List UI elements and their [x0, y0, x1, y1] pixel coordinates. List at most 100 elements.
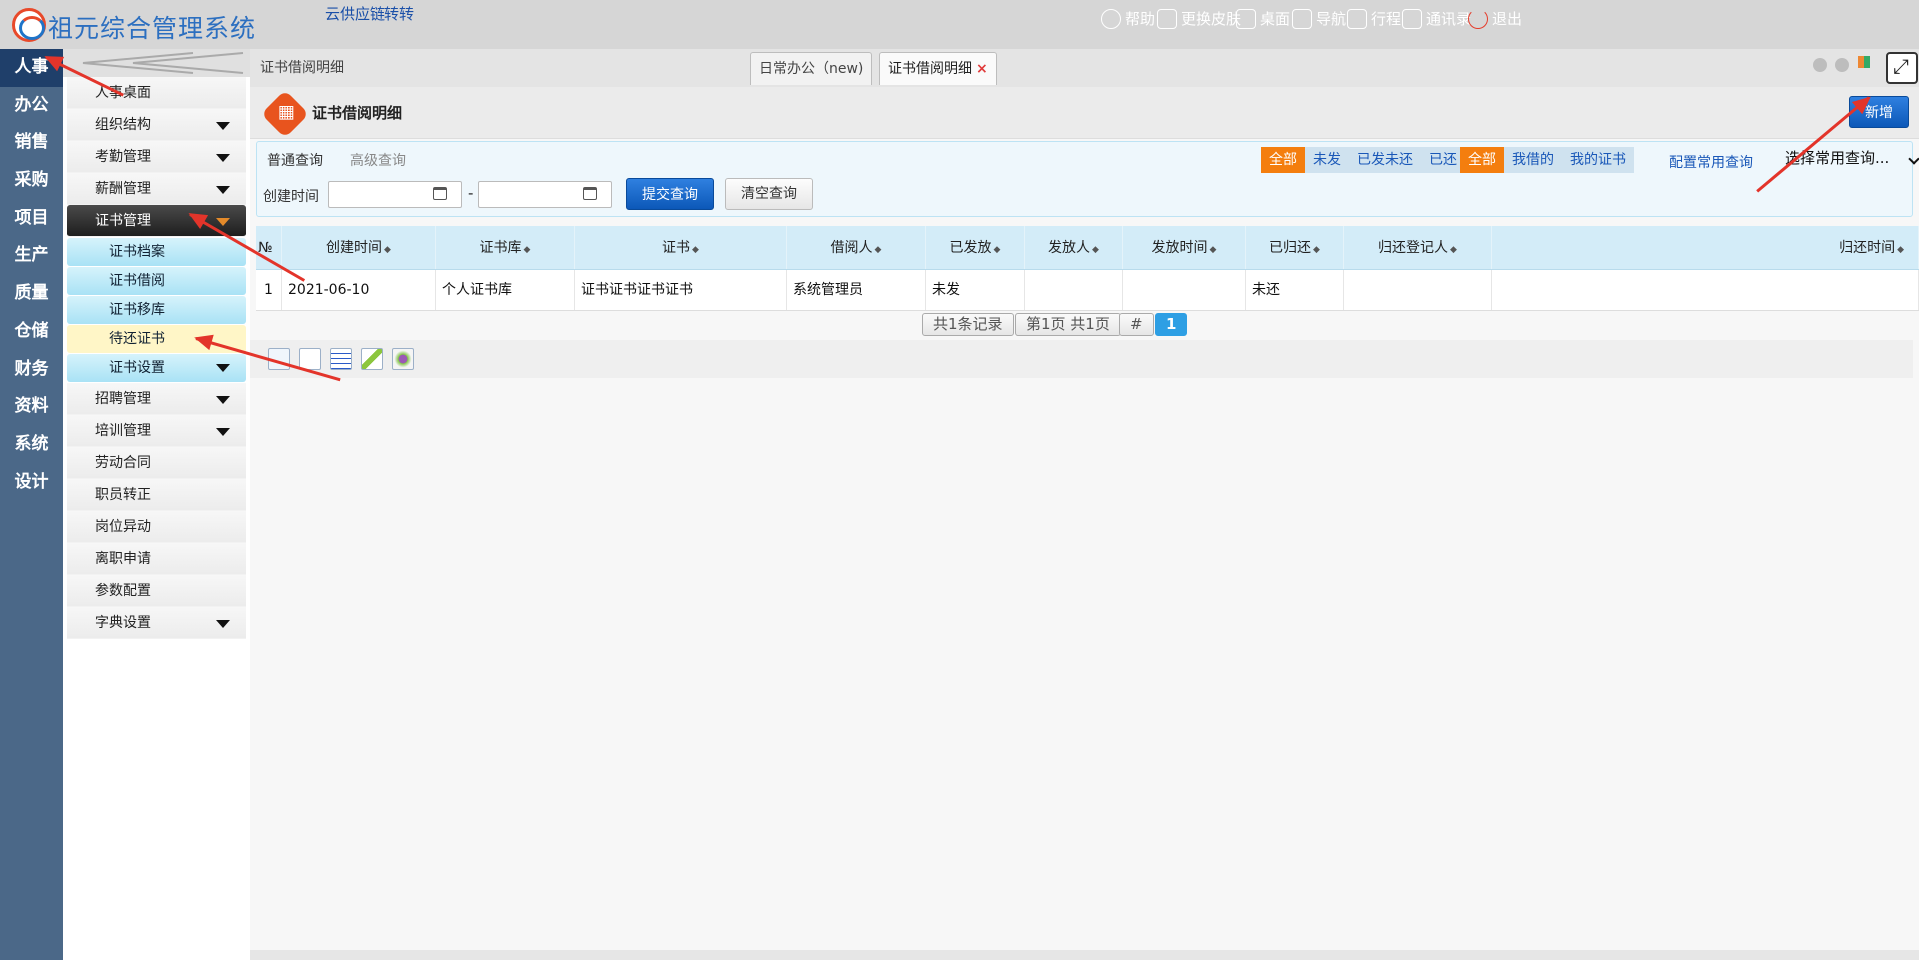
link-zhuanzhuan[interactable]: 转转 [384, 3, 414, 24]
sort-icon: ◆ [1450, 245, 1457, 255]
pager-pages: 第1页 共1页 [1015, 313, 1121, 336]
cell-created: 2021-06-10 [282, 270, 436, 310]
module-office[interactable]: 办公 [0, 87, 63, 125]
submit-query-button[interactable]: 提交查询 [626, 178, 714, 210]
calendar-icon [433, 187, 447, 200]
module-sales[interactable]: 销售 [0, 124, 63, 162]
contacts-button[interactable]: 通讯录 [1402, 8, 1471, 29]
col-header-issuer[interactable]: 发放人 ◆ [1025, 226, 1123, 269]
col-header-return-registrar[interactable]: 归还登记人 ◆ [1344, 226, 1492, 269]
col-header-return-time[interactable]: 归还时间 ◆ [1492, 226, 1919, 269]
cell-issuer [1025, 270, 1123, 310]
col-header-borrower[interactable]: 借阅人 ◆ [787, 226, 926, 269]
windows-icon[interactable] [1858, 56, 1870, 68]
table-grid-icon[interactable] [330, 348, 352, 370]
sidebar-item-training[interactable]: 培训管理 [67, 415, 246, 447]
page-header: 证书借阅明细 新增 [250, 87, 1919, 139]
caret-down-icon [216, 428, 230, 436]
sidebar-sub-cert-transfer[interactable]: 证书移库 [67, 296, 246, 324]
filter-issued-not-returned[interactable]: 已发未还 [1349, 147, 1421, 173]
close-icon[interactable]: × [976, 61, 988, 77]
sidebar-item-regularization[interactable]: 职员转正 [67, 479, 246, 511]
caret-down-icon [216, 218, 230, 226]
chevron-down-icon [1908, 153, 1919, 165]
sidebar-item-position-change[interactable]: 岗位异动 [67, 511, 246, 543]
clear-query-button[interactable]: 清空查询 [725, 178, 813, 210]
module-system[interactable]: 系统 [0, 426, 63, 464]
logout-button[interactable]: 退出 [1468, 8, 1522, 29]
filter-not-issued[interactable]: 未发 [1305, 147, 1349, 173]
schedule-button[interactable]: 行程 [1347, 8, 1401, 29]
sidebar-item-resignation[interactable]: 离职申请 [67, 543, 246, 575]
filter-my-borrowed[interactable]: 我借的 [1504, 147, 1562, 173]
tab-next-icon[interactable] [1835, 58, 1849, 72]
collapse-arrows-icon[interactable] [63, 49, 250, 77]
help-button[interactable]: 帮助 [1101, 8, 1155, 29]
date-to-input[interactable] [478, 181, 612, 208]
help-icon [1101, 8, 1121, 29]
edit-icon[interactable] [361, 348, 383, 370]
link-cloud-supply[interactable]: 云供应链 [325, 3, 385, 24]
tab-strip: 证书借阅明细 日常办公（new) 证书借阅明细 × [250, 49, 1919, 87]
sort-icon: ◆ [1209, 245, 1217, 255]
change-skin-button[interactable]: 更换皮肤 [1157, 8, 1241, 29]
caret-down-icon [216, 154, 230, 162]
module-purchase[interactable]: 采购 [0, 162, 63, 200]
sort-icon: ◆ [384, 245, 391, 255]
sort-icon: ◆ [993, 245, 1001, 255]
query-panel: 普通查询 高级查询 创建时间 - 提交查询 清空查询 全部 未发 已发未还 已还… [256, 141, 1919, 217]
filter-all[interactable]: 全部 [1261, 147, 1305, 173]
col-header-created[interactable]: 创建时间 ◆ [282, 226, 436, 269]
tab-prev-icon[interactable] [1813, 58, 1827, 72]
module-data[interactable]: 资料 [0, 388, 63, 426]
horizontal-scrollbar[interactable] [250, 950, 1919, 960]
tab-normal-query[interactable]: 普通查询 [267, 150, 323, 170]
sidebar-sub-cert-settings[interactable]: 证书设置 [67, 354, 246, 382]
sidebar-item-recruit[interactable]: 招聘管理 [67, 383, 246, 415]
fullscreen-button[interactable] [1886, 52, 1918, 84]
filter-owner-all[interactable]: 全部 [1460, 147, 1504, 173]
col-header-issue-time[interactable]: 发放时间 ◆ [1123, 226, 1246, 269]
date-from-input[interactable] [328, 181, 462, 208]
home-icon [1236, 8, 1256, 29]
col-header-returned[interactable]: 已归还 ◆ [1246, 226, 1344, 269]
tab-cert-borrow-detail[interactable]: 证书借阅明细 × [879, 52, 997, 85]
sidebar-item-params[interactable]: 参数配置 [67, 575, 246, 607]
module-production[interactable]: 生产 [0, 237, 63, 275]
filter-returned[interactable]: 已还 [1421, 147, 1465, 173]
col-header-issued[interactable]: 已发放 ◆ [926, 226, 1025, 269]
cell-returned: 未还 [1246, 270, 1344, 310]
sidebar-item-attendance[interactable]: 考勤管理 [67, 141, 246, 173]
filter-my-certificates[interactable]: 我的证书 [1562, 147, 1634, 173]
tab-advanced-query[interactable]: 高级查询 [350, 150, 406, 170]
app-title: 祖元综合管理系统 [48, 14, 257, 43]
col-header-library[interactable]: 证书库 ◆ [436, 226, 575, 269]
module-design[interactable]: 设计 [0, 464, 63, 502]
module-project[interactable]: 项目 [0, 200, 63, 238]
pager-page-1[interactable]: 1 [1155, 313, 1188, 336]
module-quality[interactable]: 质量 [0, 275, 63, 313]
sidebar-item-dictionary[interactable]: 字典设置 [67, 607, 246, 639]
caret-down-icon [216, 122, 230, 130]
pager-jump[interactable]: # [1119, 313, 1154, 336]
config-query-link[interactable]: 配置常用查询 [1669, 152, 1753, 172]
cell-borrower: 系统管理员 [787, 270, 926, 310]
navigation-button[interactable]: 导航 [1292, 8, 1346, 29]
sidebar-item-org[interactable]: 组织结构 [67, 109, 246, 141]
module-warehouse[interactable]: 仓储 [0, 313, 63, 351]
sort-icon: ◆ [523, 245, 531, 255]
desktop-button[interactable]: 桌面 [1236, 8, 1290, 29]
sidebar-item-contract[interactable]: 劳动合同 [67, 447, 246, 479]
sidebar-sub-cert-archive[interactable]: 证书档案 [67, 238, 246, 266]
top-header: 祖元综合管理系统 云供应链 转转 帮助 更换皮肤 桌面 导航 行程 通讯录 退出 [0, 0, 1919, 49]
sort-icon: ◆ [874, 245, 882, 255]
logo-icon [12, 8, 46, 42]
module-finance[interactable]: 财务 [0, 351, 63, 389]
sidebar-sub-cert-borrow[interactable]: 证书借阅 [67, 267, 246, 295]
tab-daily-office[interactable]: 日常办公（new) [750, 52, 873, 85]
col-header-certificate[interactable]: 证书 ◆ [575, 226, 787, 269]
sidebar-item-salary[interactable]: 薪酬管理 [67, 173, 246, 205]
plugin-icon[interactable] [392, 348, 414, 370]
sidebar-sub-cert-to-return[interactable]: 待还证书 [67, 325, 246, 353]
table-row[interactable]: 1 2021-06-10 个人证书库 证书证书证书证书 系统管理员 未发 未还 [256, 270, 1919, 311]
